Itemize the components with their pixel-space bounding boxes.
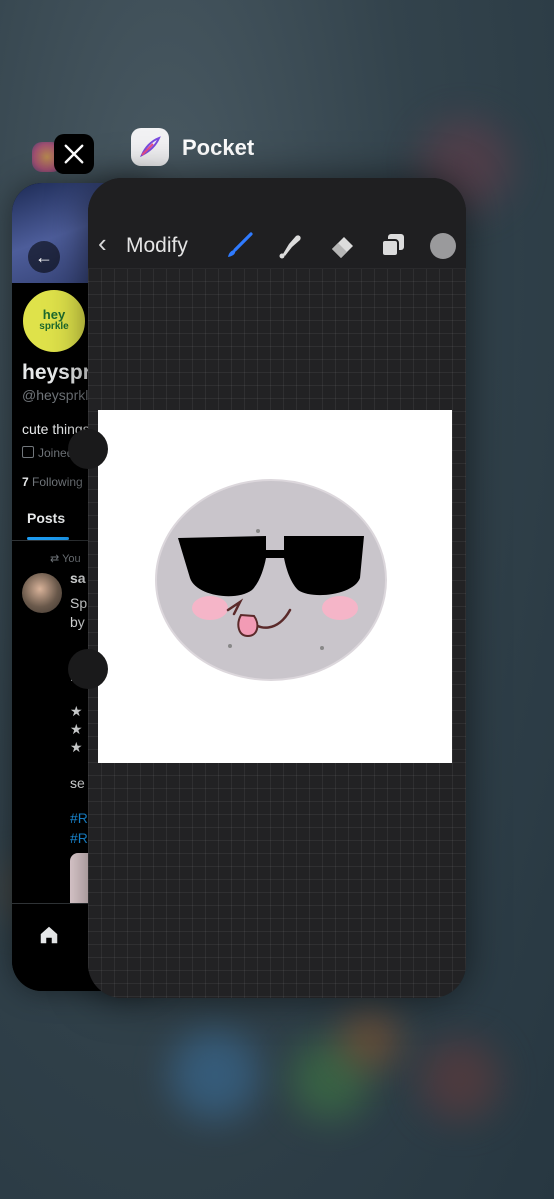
- layers-icon[interactable]: [378, 230, 408, 260]
- tab-posts[interactable]: Posts: [27, 510, 65, 526]
- post-text: Sp: [70, 595, 88, 611]
- procreate-brush-icon: [140, 136, 161, 158]
- procreate-app-card[interactable]: ‹ Modify: [88, 178, 466, 998]
- x-logo-icon: [64, 144, 84, 164]
- post-text: ★: [70, 703, 83, 719]
- brush-icon[interactable]: [224, 230, 254, 260]
- brush-opacity-slider-handle[interactable]: [68, 649, 108, 689]
- handle: @heysprkl: [22, 387, 89, 403]
- color-picker-swatch[interactable]: [430, 233, 456, 259]
- post-text: ★: [70, 721, 83, 737]
- display-name: heyspr: [22, 361, 91, 384]
- eraser-icon[interactable]: [328, 230, 358, 260]
- avatar-text: hey: [42, 307, 66, 322]
- procreate-app-icon[interactable]: [131, 128, 169, 166]
- avatar[interactable]: hey sprkle: [20, 287, 88, 355]
- repost-label: You: [62, 553, 81, 565]
- x-app-icon[interactable]: [54, 134, 94, 174]
- brush-size-slider-handle[interactable]: [68, 429, 108, 469]
- post-author[interactable]: sa: [70, 570, 86, 586]
- home-icon[interactable]: [38, 924, 60, 946]
- sticker-drawing: [155, 479, 387, 681]
- hashtag-link[interactable]: #R: [70, 830, 88, 846]
- background-blur: [420, 1040, 500, 1120]
- background-blur: [340, 1010, 400, 1070]
- hashtag-link[interactable]: #R: [70, 810, 88, 826]
- app-label-pocket: Pocket: [182, 135, 255, 160]
- post-text: by: [70, 614, 85, 630]
- background-blur: [170, 1030, 260, 1120]
- following-count[interactable]: 7 Following: [22, 475, 83, 489]
- post-author-avatar[interactable]: [22, 573, 62, 613]
- following-label: Following: [32, 475, 83, 489]
- avatar-text: sprkle: [39, 321, 69, 332]
- smudge-icon[interactable]: [276, 230, 306, 260]
- post-text: se: [70, 775, 85, 791]
- procreate-toolbar: ‹ Modify: [88, 178, 466, 269]
- modify-back-button[interactable]: Modify: [126, 234, 188, 258]
- following-number: 7: [22, 475, 29, 489]
- drawing-canvas[interactable]: [98, 410, 452, 763]
- repost-indicator: ⇄ You: [50, 552, 81, 565]
- post-text: ★: [70, 739, 83, 755]
- calendar-icon: [22, 446, 34, 458]
- repost-icon: ⇄: [50, 553, 60, 565]
- chevron-left-icon[interactable]: ‹: [98, 230, 107, 256]
- back-arrow-icon[interactable]: ←: [28, 241, 60, 273]
